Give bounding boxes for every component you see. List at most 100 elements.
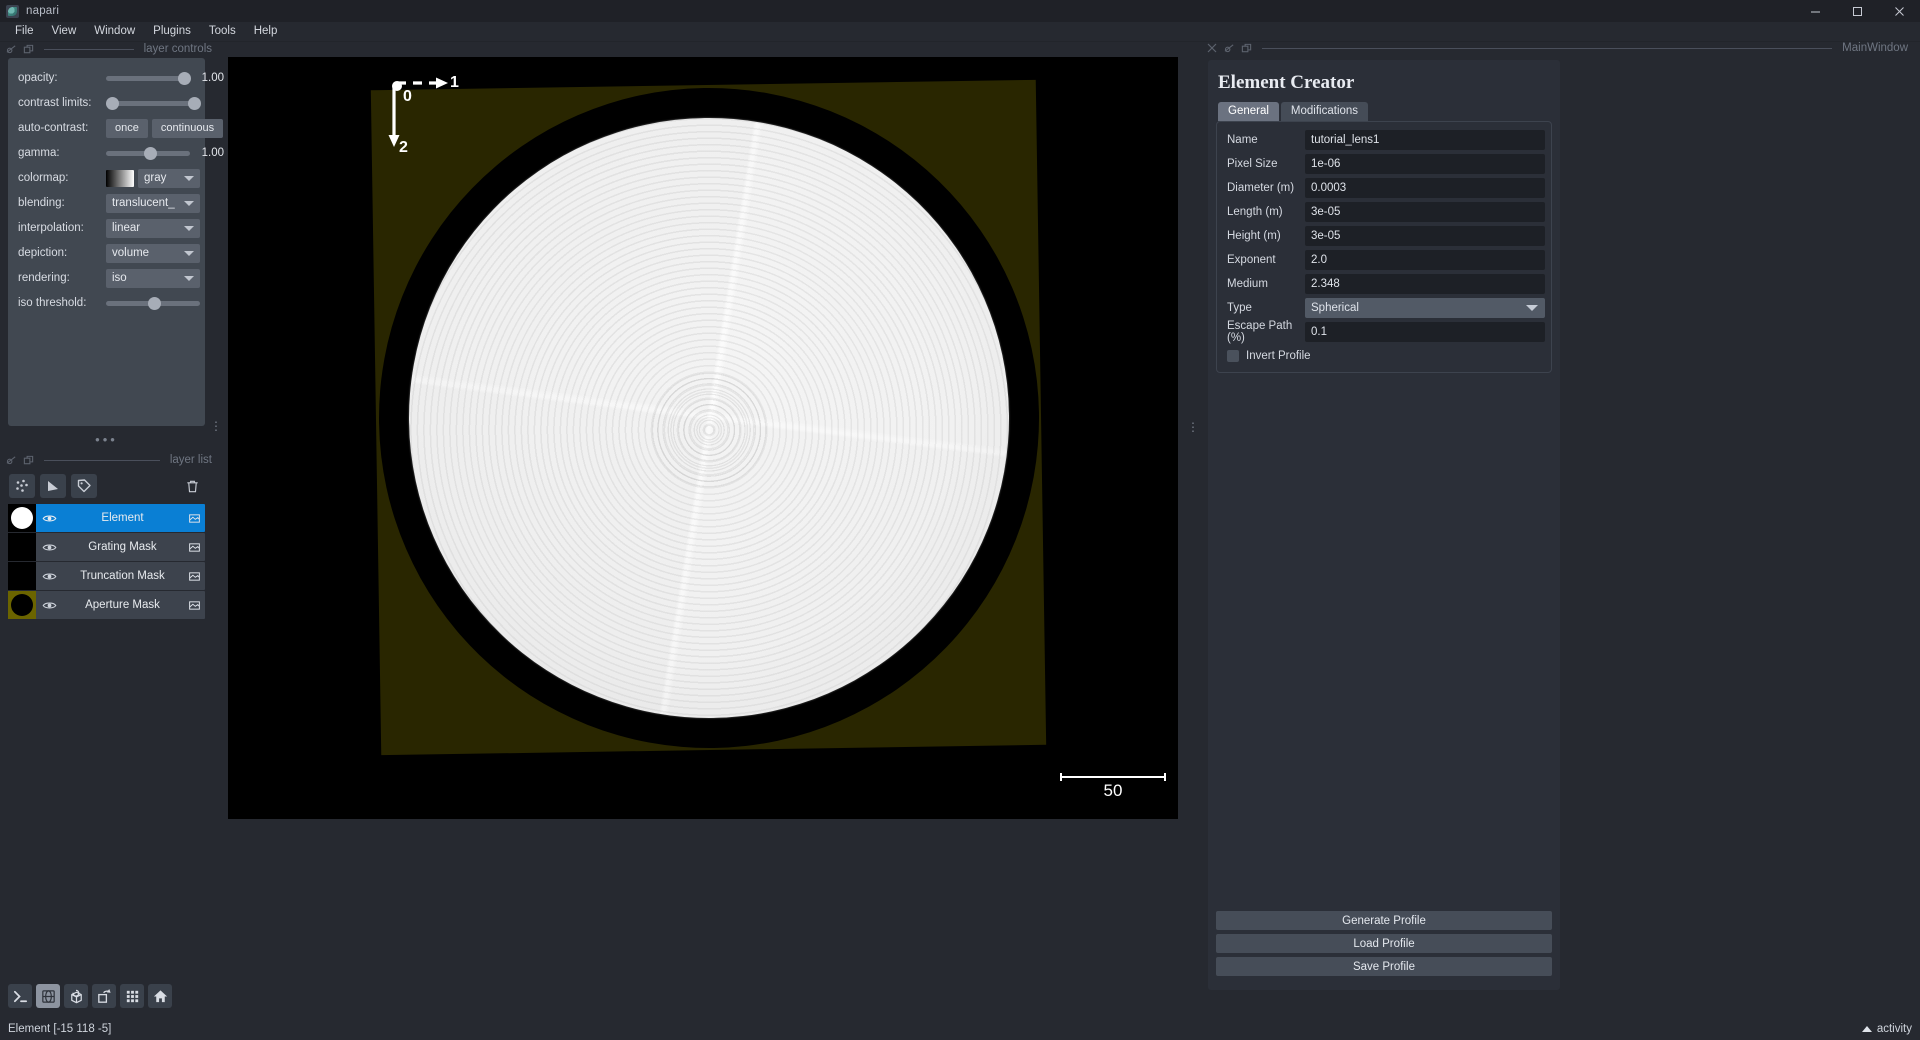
opacity-slider[interactable] <box>106 70 191 86</box>
blending-combo[interactable]: translucent_ <box>106 193 200 213</box>
type-select[interactable]: Spherical <box>1305 298 1545 318</box>
layer-controls-panel: opacity: 1.00 contrast limits: auto-cont… <box>8 58 224 426</box>
transpose-dimensions-icon[interactable] <box>92 984 116 1008</box>
close-dock-icon[interactable] <box>1207 43 1218 54</box>
chevron-down-icon <box>184 275 194 281</box>
edit-layer-name-icon[interactable] <box>183 570 205 583</box>
dock-header-rule <box>1262 47 1833 49</box>
layer-row[interactable]: Aperture Mask <box>8 591 205 619</box>
type-select-value: Spherical <box>1311 302 1359 314</box>
float-dock-icon[interactable] <box>6 44 17 55</box>
axis-label-0: 0 <box>403 88 412 105</box>
undock-icon[interactable] <box>23 455 34 466</box>
iso-threshold-slider[interactable] <box>106 295 200 311</box>
viewer-canvas[interactable]: 0 1 2 50 <box>228 57 1178 819</box>
form-row-escape-path: Escape Path (%) 0.1 <box>1223 320 1545 344</box>
interpolation-label: interpolation: <box>18 222 84 234</box>
chevron-down-icon <box>184 225 194 231</box>
auto-contrast-once-button[interactable]: once <box>106 118 148 138</box>
control-row-auto-contrast: auto-contrast: once continuous <box>8 116 224 140</box>
napari-logo-icon <box>6 4 19 18</box>
menu-tools[interactable]: Tools <box>200 22 245 41</box>
tab-modifications[interactable]: Modifications <box>1280 102 1369 121</box>
layer-row[interactable]: Element <box>8 504 205 532</box>
layer-row[interactable]: Truncation Mask <box>8 562 205 590</box>
control-row-opacity: opacity: 1.00 <box>8 66 224 90</box>
ndisplay-toggle-icon[interactable] <box>36 984 60 1008</box>
panel-resize-grip[interactable]: ••• <box>0 433 213 446</box>
colormap-combo[interactable]: gray <box>138 168 200 188</box>
close-button[interactable] <box>1878 0 1920 22</box>
control-row-rendering: rendering: iso <box>8 266 205 290</box>
delete-layer-icon[interactable] <box>179 474 205 498</box>
escape-path-input[interactable]: 0.1 <box>1305 322 1545 342</box>
home-reset-view-icon[interactable] <box>148 984 172 1008</box>
blending-value: translucent_ <box>112 197 175 209</box>
new-shapes-layer-icon[interactable] <box>40 474 66 498</box>
rendering-combo[interactable]: iso <box>106 268 200 288</box>
undock-icon[interactable] <box>1241 43 1252 54</box>
menu-file[interactable]: File <box>6 22 43 41</box>
control-row-colormap: colormap: gray <box>8 166 205 190</box>
new-points-layer-icon[interactable] <box>9 474 35 498</box>
layer-controls-title: layer controls <box>143 43 212 55</box>
control-row-contrast-limits: contrast limits: <box>8 91 205 115</box>
edit-layer-name-icon[interactable] <box>183 541 205 554</box>
load-profile-button[interactable]: Load Profile <box>1216 934 1552 953</box>
menu-plugins[interactable]: Plugins <box>144 22 200 41</box>
invert-profile-row[interactable]: Invert Profile <box>1223 346 1545 362</box>
grid-view-icon[interactable] <box>120 984 144 1008</box>
visibility-eye-icon[interactable] <box>36 540 62 555</box>
undock-icon[interactable] <box>23 44 34 55</box>
edit-layer-name-icon[interactable] <box>183 599 205 612</box>
title-bar: napari <box>0 0 1920 22</box>
maximize-button[interactable] <box>1836 0 1878 22</box>
pixel-size-input[interactable]: 1e-06 <box>1305 154 1545 174</box>
layer-name-label: Aperture Mask <box>85 599 160 611</box>
exponent-input[interactable]: 2.0 <box>1305 250 1545 270</box>
save-profile-button[interactable]: Save Profile <box>1216 957 1552 976</box>
layer-row[interactable]: Grating Mask <box>8 533 205 561</box>
diameter-input[interactable]: 0.0003 <box>1305 178 1545 198</box>
auto-contrast-continuous-button[interactable]: continuous <box>151 118 224 138</box>
menu-window[interactable]: Window <box>85 22 144 41</box>
chevron-down-icon <box>184 175 194 181</box>
control-row-interpolation: interpolation: linear <box>8 216 205 240</box>
generate-profile-button[interactable]: Generate Profile <box>1216 911 1552 930</box>
invert-profile-label: Invert Profile <box>1246 350 1311 362</box>
roll-dimensions-icon[interactable] <box>64 984 88 1008</box>
name-input[interactable]: tutorial_lens1 <box>1305 130 1545 150</box>
layer-name-label: Element <box>101 512 144 524</box>
layer-thumbnail <box>8 533 36 561</box>
visibility-eye-icon[interactable] <box>36 569 62 584</box>
activity-indicator[interactable]: activity <box>1861 1023 1912 1035</box>
visibility-eye-icon[interactable] <box>36 511 62 526</box>
edit-layer-name-icon[interactable] <box>183 512 205 525</box>
form-row-type: Type Spherical <box>1223 298 1545 318</box>
length-input[interactable]: 3e-05 <box>1305 202 1545 222</box>
height-input[interactable]: 3e-05 <box>1305 226 1545 246</box>
gamma-slider[interactable] <box>106 145 190 161</box>
contrast-limits-slider[interactable] <box>106 95 201 111</box>
scale-bar-label: 50 <box>1103 781 1123 800</box>
left-dock-splitter-grip[interactable]: ⋮ <box>210 420 222 432</box>
menu-view[interactable]: View <box>43 22 86 41</box>
form-row-name: Name tutorial_lens1 <box>1223 130 1545 150</box>
float-dock-icon[interactable] <box>6 455 17 466</box>
tab-general[interactable]: General <box>1218 102 1279 121</box>
visibility-eye-icon[interactable] <box>36 598 62 613</box>
new-labels-layer-icon[interactable] <box>71 474 97 498</box>
right-dock-splitter-grip[interactable]: ⋮ <box>1187 421 1199 433</box>
interpolation-combo[interactable]: linear <box>106 218 200 238</box>
axis-label-1: 1 <box>450 74 459 91</box>
float-dock-icon[interactable] <box>1224 43 1235 54</box>
chevron-down-icon <box>184 250 194 256</box>
console-icon[interactable] <box>8 984 32 1008</box>
minimize-button[interactable] <box>1794 0 1836 22</box>
depiction-combo[interactable]: volume <box>106 243 200 263</box>
layer-list-dock: layer list Element Grating Mask Truncati… <box>0 452 222 620</box>
medium-input[interactable]: 2.348 <box>1305 274 1545 294</box>
menu-help[interactable]: Help <box>245 22 287 41</box>
window-controls <box>1794 0 1920 22</box>
invert-profile-checkbox[interactable] <box>1227 350 1239 362</box>
